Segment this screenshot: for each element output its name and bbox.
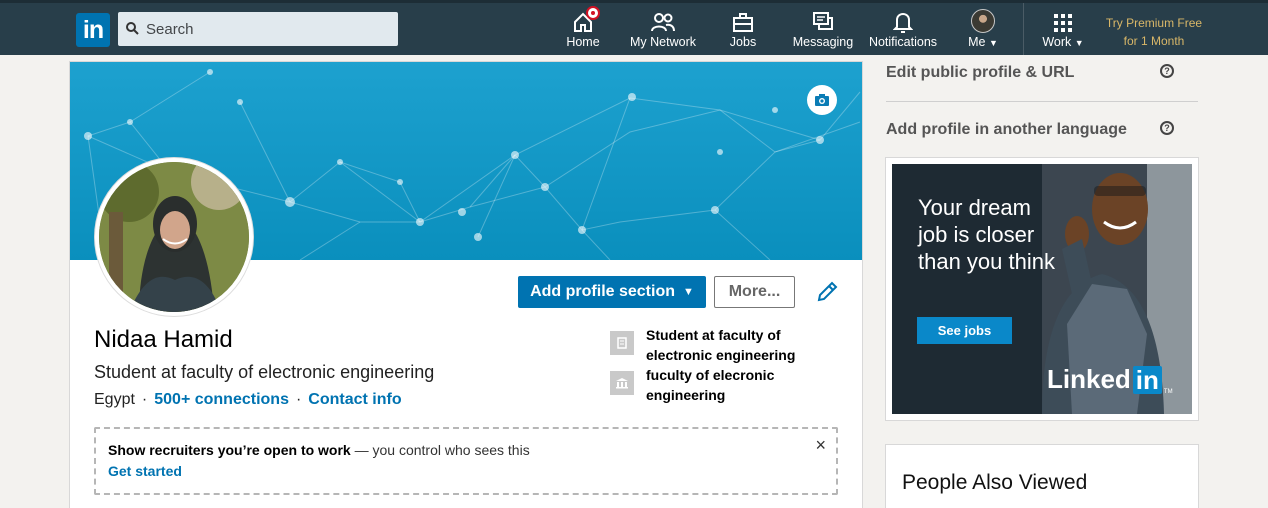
profile-name: Nidaa Hamid <box>94 326 233 353</box>
open-to-work-title: Show recruiters you’re open to work <box>108 442 351 458</box>
nav-home[interactable]: Home <box>556 3 610 55</box>
nav-messaging[interactable]: Messaging <box>791 3 855 55</box>
ad-banner[interactable]: Your dream job is closer than you think … <box>892 164 1192 414</box>
bell-icon <box>893 12 913 33</box>
meta-separator: · <box>141 391 148 408</box>
messaging-icon <box>813 12 833 30</box>
briefcase-icon <box>733 13 753 32</box>
linkedin-wordmark-logo: Linked in TM <box>1047 364 1173 395</box>
nav-home-label: Home <box>566 35 600 49</box>
edit-public-profile-label: Edit public profile & URL <box>886 64 1075 81</box>
open-to-work-message: Show recruiters you’re open to work — yo… <box>108 442 530 458</box>
open-to-work-subtitle: — you control who sees this <box>350 442 530 458</box>
top-nav-bar: in Home My Network Jobs Messaging Notifi… <box>0 0 1268 55</box>
profile-location: Egypt <box>94 391 135 408</box>
nav-my-network[interactable]: My Network <box>626 3 700 55</box>
open-to-work-banner: Show recruiters you’re open to work — yo… <box>94 427 838 495</box>
try-premium-link[interactable]: Try Premium Free for 1 Month <box>1100 14 1208 50</box>
grid-icon <box>1054 14 1072 32</box>
pencil-icon <box>817 281 838 302</box>
camera-icon <box>815 94 829 106</box>
ad-brand-linked: Linked <box>1047 364 1131 394</box>
chevron-down-icon: ▼ <box>1074 38 1084 48</box>
notification-badge <box>586 6 600 20</box>
edit-intro-button[interactable] <box>815 280 839 304</box>
education-item-label: fuculty of elecronic engineering <box>646 367 775 403</box>
linkedin-logo[interactable]: in <box>76 13 110 47</box>
network-icon <box>651 13 675 32</box>
add-language-profile-label: Add profile in another language <box>886 121 1127 138</box>
meta-separator: · <box>295 391 302 408</box>
nav-jobs[interactable]: Jobs <box>717 3 769 55</box>
profile-photo-image <box>99 162 249 312</box>
edit-public-profile-link[interactable]: Edit public profile & URL ? <box>886 64 1198 82</box>
premium-line-1: Try Premium Free <box>1105 16 1203 30</box>
education-item-label: Student at faculty of electronic enginee… <box>646 327 796 363</box>
nav-messaging-label: Messaging <box>792 35 854 49</box>
contact-info-link[interactable]: Contact info <box>308 391 401 408</box>
rail-divider <box>886 101 1198 102</box>
search-input[interactable] <box>146 12 394 46</box>
ad-brand-in: in <box>1132 365 1162 394</box>
ad-card: Your dream job is closer than you think … <box>885 157 1199 421</box>
close-icon[interactable]: × <box>815 435 826 456</box>
profile-meta: Egypt · 500+ connections · Contact info <box>94 391 402 409</box>
get-started-link[interactable]: Get started <box>108 463 182 479</box>
premium-line-2: for 1 Month <box>1123 34 1185 48</box>
nav-me-label: Me <box>968 35 986 49</box>
avatar <box>971 9 995 33</box>
edit-banner-button[interactable] <box>807 85 837 115</box>
nav-work-label: Work <box>1042 35 1072 49</box>
nav-work[interactable]: Work ▼ <box>1038 3 1088 55</box>
school-icon <box>610 371 634 395</box>
add-profile-section-button[interactable]: Add profile section ▼ <box>518 276 706 308</box>
building-icon <box>610 331 634 355</box>
profile-card: Add profile section ▼ More... Nidaa Hami… <box>69 61 863 508</box>
help-icon[interactable]: ? <box>1160 121 1174 135</box>
nav-jobs-label: Jobs <box>729 35 757 49</box>
nav-notifications[interactable]: Notifications <box>866 3 940 55</box>
more-button[interactable]: More... <box>714 276 795 308</box>
search-box[interactable] <box>118 12 398 46</box>
people-also-viewed-card: People Also Viewed <box>885 444 1199 508</box>
profile-photo[interactable] <box>95 158 253 316</box>
connections-link[interactable]: 500+ connections <box>154 391 289 408</box>
search-icon <box>126 22 139 35</box>
add-profile-section-label: Add profile section <box>530 283 675 300</box>
caret-down-icon: ▼ <box>683 286 694 298</box>
people-also-viewed-title: People Also Viewed <box>902 471 1088 494</box>
nav-me[interactable]: Me ▼ <box>960 3 1006 55</box>
ad-headline: Your dream job is closer than you think <box>918 195 1055 274</box>
ad-brand-tm: TM <box>1163 389 1173 395</box>
help-icon[interactable]: ? <box>1160 64 1174 78</box>
nav-notifications-label: Notifications <box>868 35 938 49</box>
nav-my-network-label: My Network <box>630 35 696 49</box>
profile-headline: Student at faculty of electronic enginee… <box>94 362 435 382</box>
add-language-profile-link[interactable]: Add profile in another language ? <box>886 121 1198 139</box>
chevron-down-icon: ▼ <box>988 38 998 48</box>
nav-divider <box>1023 3 1024 55</box>
see-jobs-button[interactable]: See jobs <box>917 317 1012 344</box>
